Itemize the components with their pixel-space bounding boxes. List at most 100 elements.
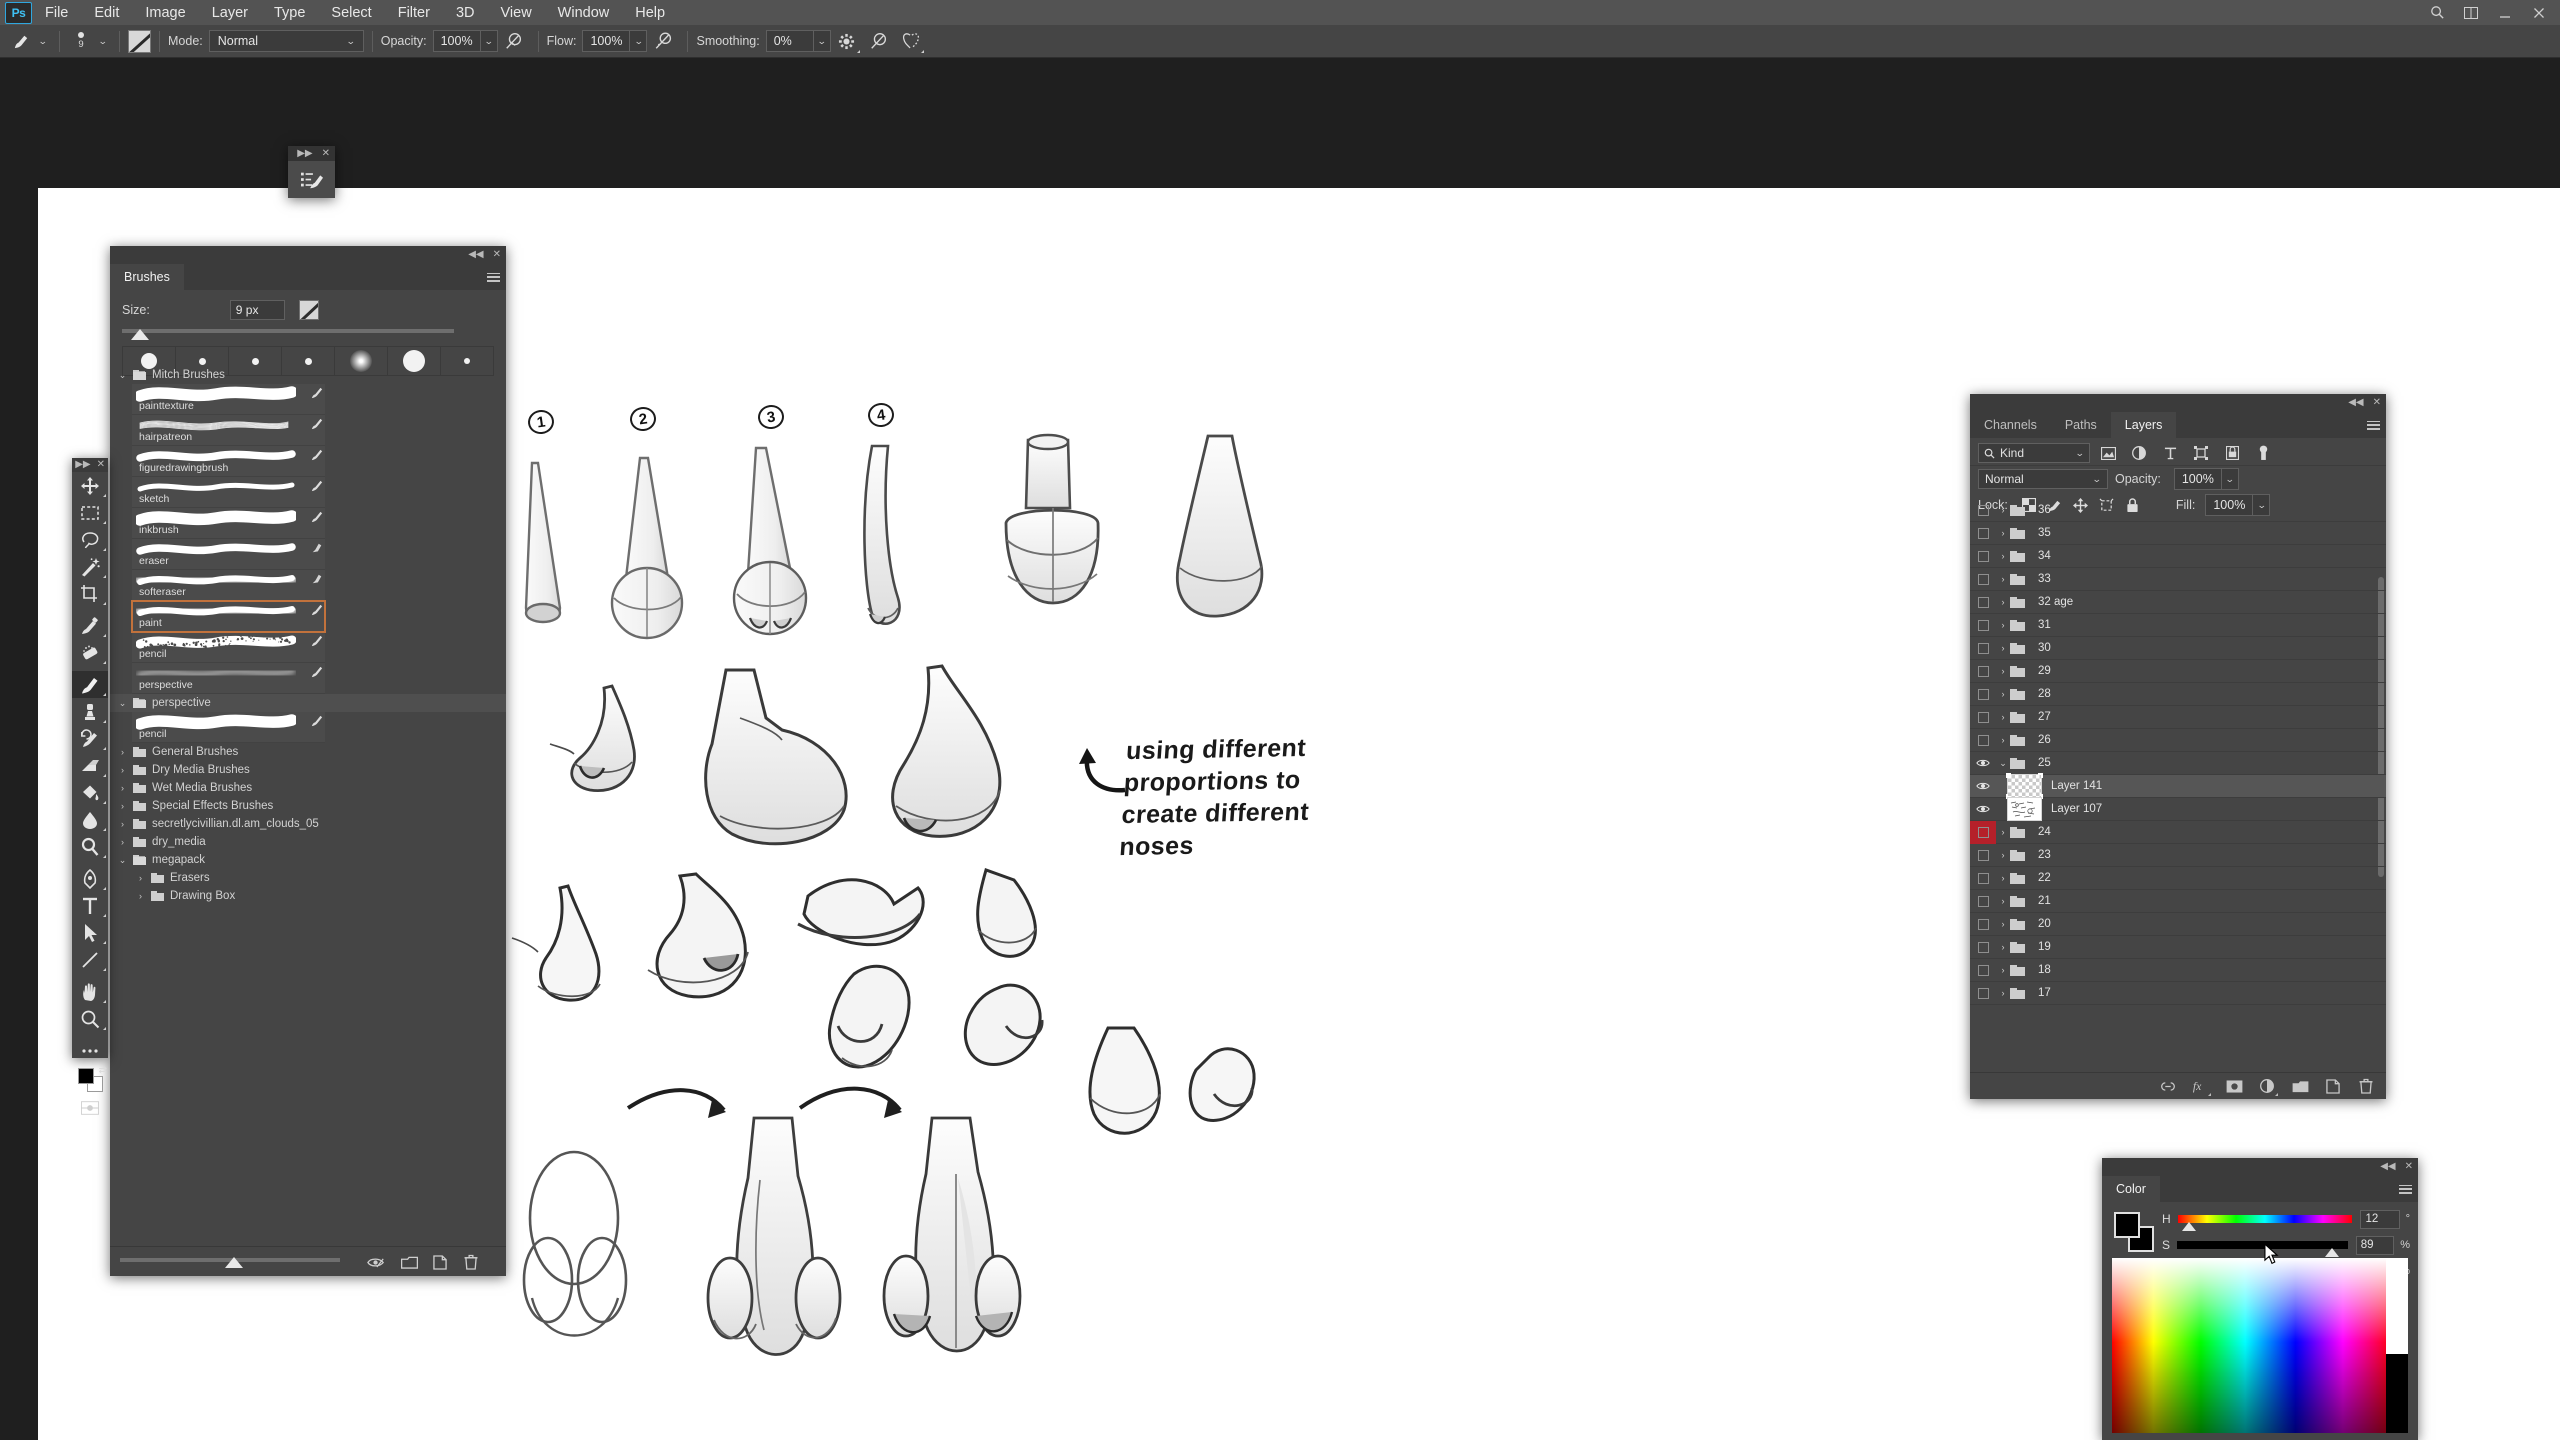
brush-group-drawing-box[interactable]: › Drawing Box bbox=[110, 887, 506, 905]
lasso-tool[interactable] bbox=[72, 526, 108, 553]
chevron-down-icon[interactable]: ⌄ bbox=[118, 698, 127, 709]
object-selection-tool[interactable] bbox=[72, 553, 108, 580]
layer-thumbnail[interactable] bbox=[2008, 775, 2041, 797]
pressure-size-icon[interactable] bbox=[865, 28, 893, 54]
hand-tool[interactable] bbox=[72, 978, 108, 1005]
new-group-icon[interactable] bbox=[2290, 1076, 2310, 1096]
chevron-right-icon[interactable]: › bbox=[1996, 896, 2010, 906]
dodge-tool[interactable] bbox=[72, 833, 108, 860]
brush-group-dry-media-brushes[interactable]: › Dry Media Brushes bbox=[110, 761, 506, 779]
tab-channels[interactable]: Channels bbox=[1970, 412, 2051, 438]
chevron-right-icon[interactable]: › bbox=[1996, 919, 2010, 929]
menu-view[interactable]: View bbox=[488, 0, 545, 25]
channel-slider-handle[interactable] bbox=[2182, 1222, 2196, 1231]
layer-opacity-input[interactable]: 100% bbox=[2174, 468, 2222, 490]
brush-group-secretlycivillian-dl-am-clouds-05[interactable]: › secretlycivillian.dl.am_clouds_05 bbox=[110, 815, 506, 833]
layer-row[interactable]: › 17 bbox=[1970, 982, 2386, 1005]
layer-row[interactable]: › 24 bbox=[1970, 821, 2386, 844]
layer-row[interactable]: ⌄ 25 bbox=[1970, 752, 2386, 775]
opacity-input[interactable]: 100% bbox=[433, 30, 481, 52]
minimize-icon[interactable] bbox=[2488, 0, 2522, 25]
pen-tool[interactable] bbox=[72, 865, 108, 892]
line-shape-tool[interactable] bbox=[72, 946, 108, 973]
brush-item-softeraser[interactable]: softeraser bbox=[132, 570, 325, 601]
layer-visibility-toggle[interactable] bbox=[1970, 729, 1996, 752]
menu-help[interactable]: Help bbox=[622, 0, 678, 25]
layer-visibility-toggle[interactable] bbox=[1970, 798, 1996, 821]
clone-stamp-tool[interactable] bbox=[72, 698, 108, 725]
swap-colors-icon[interactable]: ⇄ bbox=[99, 1065, 107, 1076]
brush-library-list[interactable]: ⌄ Mitch Brushes painttexture hairpatreon fig… bbox=[110, 366, 506, 1246]
close-icon[interactable]: ✕ bbox=[322, 149, 330, 159]
blend-mode-select[interactable]: Normal ⌄ bbox=[1978, 469, 2108, 489]
layer-row[interactable]: › 22 bbox=[1970, 867, 2386, 890]
layer-row[interactable]: › 36 bbox=[1970, 499, 2386, 522]
chevron-right-icon[interactable]: › bbox=[1996, 827, 2010, 837]
thumbnail-size-slider-handle[interactable] bbox=[225, 1257, 243, 1268]
layer-row[interactable]: › 33 bbox=[1970, 568, 2386, 591]
layer-visibility-toggle[interactable] bbox=[1970, 637, 1996, 660]
layer-visibility-toggle[interactable] bbox=[1970, 568, 1996, 591]
layer-visibility-toggle[interactable] bbox=[1970, 844, 1996, 867]
layer-row[interactable]: › 19 bbox=[1970, 936, 2386, 959]
layer-row[interactable]: › 27 bbox=[1970, 706, 2386, 729]
close-icon[interactable]: ✕ bbox=[493, 250, 501, 260]
brush-group-megapack[interactable]: ⌄ megapack bbox=[110, 851, 506, 869]
eraser-tool[interactable] bbox=[72, 752, 108, 779]
smoothing-slider-caret[interactable]: ⌄ bbox=[814, 30, 831, 52]
brush-group-general-brushes[interactable]: › General Brushes bbox=[110, 743, 506, 761]
brush-item-sketch[interactable]: sketch bbox=[132, 477, 325, 508]
layer-visibility-toggle[interactable] bbox=[1970, 614, 1996, 637]
add-layer-mask-icon[interactable] bbox=[2224, 1076, 2244, 1096]
brush-item-perspective[interactable]: perspective bbox=[132, 663, 325, 694]
brush-size-preview[interactable]: 9 bbox=[68, 28, 94, 54]
chevron-right-icon[interactable]: › bbox=[1996, 873, 2010, 883]
menu-file[interactable]: File bbox=[32, 0, 81, 25]
chevron-right-icon[interactable]: › bbox=[1996, 735, 2010, 745]
color-panel[interactable]: ◀◀ ✕ Color H12°S89%B0% bbox=[2102, 1158, 2418, 1440]
close-icon[interactable]: ✕ bbox=[2405, 1162, 2413, 1172]
layer-visibility-toggle[interactable] bbox=[1970, 752, 1996, 775]
chevron-down-icon[interactable]: ⌄ bbox=[118, 370, 127, 381]
brush-item-figuredrawingbrush[interactable]: figuredrawingbrush bbox=[132, 446, 325, 477]
close-icon[interactable]: ✕ bbox=[97, 460, 105, 470]
layer-visibility-toggle[interactable] bbox=[1970, 821, 1996, 844]
collapse-panel-icon[interactable]: ◀◀ bbox=[2380, 1162, 2395, 1172]
toggle-brush-preview-icon[interactable] bbox=[365, 1251, 387, 1273]
layer-row[interactable]: › 32 age bbox=[1970, 591, 2386, 614]
spectrum-grayscale-strip[interactable] bbox=[2386, 1258, 2408, 1433]
layer-row[interactable]: Layer 107 bbox=[1970, 798, 2386, 821]
new-group-icon[interactable] bbox=[398, 1251, 420, 1273]
layer-visibility-toggle[interactable] bbox=[1970, 867, 1996, 890]
crop-tool[interactable] bbox=[72, 580, 108, 607]
new-adjustment-layer-icon[interactable] bbox=[2257, 1076, 2277, 1096]
layer-row[interactable]: › 28 bbox=[1970, 683, 2386, 706]
chevron-right-icon[interactable]: › bbox=[118, 783, 127, 793]
chevron-right-icon[interactable]: › bbox=[1996, 643, 2010, 653]
chevron-down-icon[interactable]: ⌄ bbox=[118, 855, 127, 866]
brush-group-special-effects-brushes[interactable]: › Special Effects Brushes bbox=[110, 797, 506, 815]
collapse-panel-icon[interactable]: ◀◀ bbox=[468, 250, 483, 260]
chevron-right-icon[interactable]: › bbox=[1996, 712, 2010, 722]
chevron-right-icon[interactable]: › bbox=[118, 765, 127, 775]
brush-item-eraser[interactable]: eraser bbox=[132, 539, 325, 570]
channel-value-input[interactable]: 12 bbox=[2360, 1210, 2399, 1229]
brush-item-painttexture[interactable]: painttexture bbox=[132, 384, 325, 415]
collapse-panel-icon[interactable]: ◀◀ bbox=[2348, 398, 2363, 408]
channel-value-input[interactable]: 89 bbox=[2356, 1236, 2394, 1255]
tab-brushes[interactable]: Brushes bbox=[110, 264, 184, 290]
size-input[interactable]: 9 px bbox=[230, 300, 285, 320]
type-filter-icon[interactable] bbox=[2157, 442, 2183, 464]
brush-stroke-swatch[interactable] bbox=[299, 300, 319, 320]
flow-slider-caret[interactable]: ⌄ bbox=[630, 30, 647, 52]
adjustment-filter-icon[interactable] bbox=[2126, 442, 2152, 464]
chevron-right-icon[interactable]: › bbox=[1996, 666, 2010, 676]
chevron-right-icon[interactable]: › bbox=[1996, 574, 2010, 584]
layer-visibility-toggle[interactable] bbox=[1970, 959, 1996, 982]
move-tool[interactable] bbox=[72, 472, 108, 499]
edit-toolbar-button[interactable] bbox=[72, 1037, 108, 1064]
brush-settings-mini-panel[interactable]: ▶▶ ✕ bbox=[288, 146, 335, 198]
layer-visibility-toggle[interactable] bbox=[1970, 683, 1996, 706]
layer-visibility-toggle[interactable] bbox=[1970, 913, 1996, 936]
chevron-right-icon[interactable]: › bbox=[1996, 988, 2010, 998]
